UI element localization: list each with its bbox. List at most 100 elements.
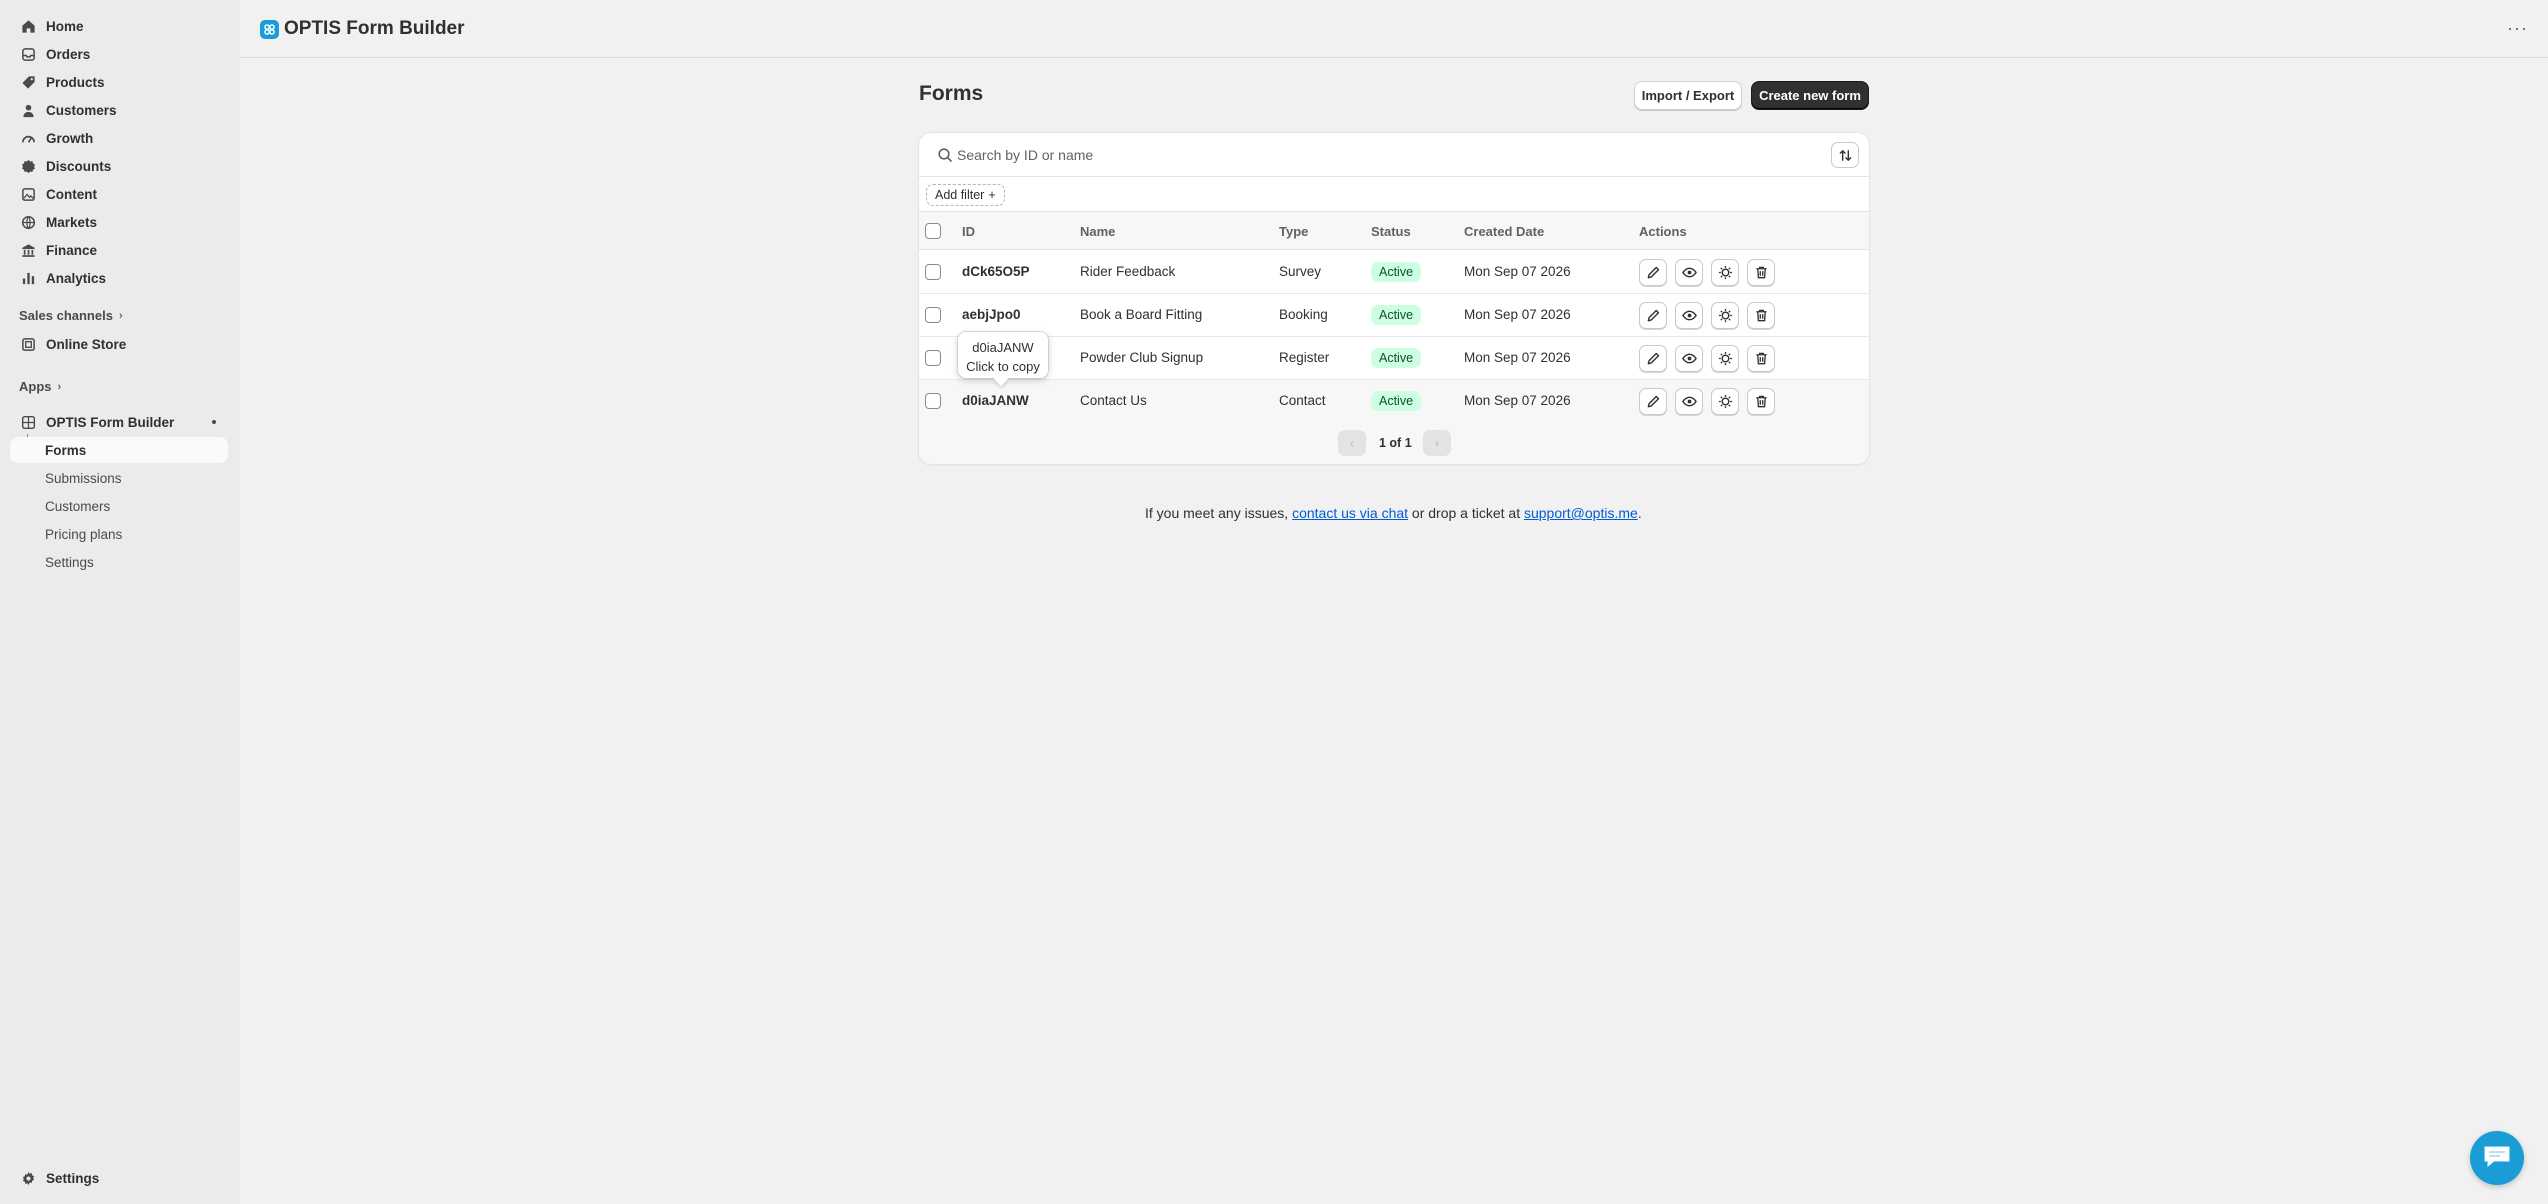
nav-products[interactable]: Products <box>10 68 228 96</box>
more-actions-icon[interactable]: ··· <box>2507 18 2528 39</box>
row-checkbox[interactable] <box>925 307 941 323</box>
table-header: ID Name Type Status Created Date Actions <box>919 212 1869 250</box>
trash-icon[interactable] <box>1747 345 1775 372</box>
nav-discounts[interactable]: Discounts <box>10 152 228 180</box>
pagination: ‹ 1 of 1 › <box>919 422 1869 464</box>
nav-home[interactable]: Home <box>10 12 228 40</box>
prev-page-button[interactable]: ‹ <box>1338 430 1366 456</box>
row-checkbox[interactable] <box>925 350 941 366</box>
sub-item-forms[interactable]: Forms <box>10 437 228 463</box>
nav-label: Growth <box>46 130 94 146</box>
nav-content[interactable]: Content <box>10 180 228 208</box>
lightbulb-icon[interactable] <box>1711 259 1739 286</box>
nav-finance[interactable]: Finance <box>10 236 228 264</box>
apps-label: Apps <box>19 379 52 394</box>
nav-label: Customers <box>46 102 117 118</box>
status-badge: Active <box>1371 262 1422 282</box>
eye-icon[interactable] <box>1675 388 1703 415</box>
copy-id-tooltip: d0iaJANW Click to copy <box>958 332 1048 378</box>
bar-chart-icon <box>20 270 36 286</box>
sub-item-label: Customers <box>45 498 111 514</box>
eye-icon[interactable] <box>1675 345 1703 372</box>
next-page-button[interactable]: › <box>1423 430 1451 456</box>
eye-icon[interactable] <box>1675 259 1703 286</box>
trash-icon[interactable] <box>1747 388 1775 415</box>
form-name: Powder Club Signup <box>1080 350 1204 365</box>
chat-widget-button[interactable] <box>2470 1131 2524 1185</box>
form-id[interactable]: d0iaJANW <box>962 393 1029 408</box>
support-middle: or drop a ticket at <box>1411 505 1521 521</box>
app-grid-icon <box>20 414 36 430</box>
nav-label: Finance <box>46 242 98 258</box>
sub-item-settings[interactable]: Settings <box>10 549 228 575</box>
created-date: Mon Sep 07 2026 <box>1464 264 1571 279</box>
gear-icon <box>20 1170 36 1186</box>
apps-header[interactable]: Apps › <box>19 379 61 394</box>
status-badge: Active <box>1371 391 1422 411</box>
plus-icon: + <box>988 188 996 202</box>
column-header-type[interactable]: Type <box>1279 224 1308 239</box>
table-row[interactable]: d0iaJANW Contact Us Contact Active Mon S… <box>919 380 1869 423</box>
search-icon <box>937 147 953 163</box>
trash-icon[interactable] <box>1747 259 1775 286</box>
tooltip-hint: Click to copy <box>966 359 1040 374</box>
sub-item-pricing-plans[interactable]: Pricing plans <box>10 521 228 547</box>
app-status-dot <box>212 420 216 424</box>
eye-icon[interactable] <box>1675 302 1703 329</box>
table-row[interactable]: Powder Club Signup Register Active Mon S… <box>919 337 1869 380</box>
sub-item-label: Submissions <box>45 470 122 486</box>
lightbulb-icon[interactable] <box>1711 302 1739 329</box>
lightbulb-icon[interactable] <box>1711 388 1739 415</box>
add-filter-button[interactable]: Add filter + <box>926 184 1005 206</box>
nav-settings[interactable]: Settings <box>10 1164 228 1192</box>
filter-bar: Add filter + <box>919 177 1869 212</box>
home-icon <box>20 18 36 34</box>
nav-app-optis[interactable]: OPTIS Form Builder <box>10 408 228 436</box>
row-checkbox[interactable] <box>925 393 941 409</box>
lightbulb-icon[interactable] <box>1711 345 1739 372</box>
table-row[interactable]: dCk65O5P Rider Feedback Survey Active Mo… <box>919 251 1869 294</box>
sub-item-submissions[interactable]: Submissions <box>10 465 228 491</box>
tooltip-id: d0iaJANW <box>972 340 1034 355</box>
import-export-button[interactable]: Import / Export <box>1634 81 1742 110</box>
discount-icon <box>20 158 36 174</box>
nav-customers[interactable]: Customers <box>10 96 228 124</box>
table-row[interactable]: aebjJpo0 Book a Board Fitting Booking Ac… <box>919 294 1869 337</box>
contact-chat-link[interactable]: contact us via chat <box>1292 505 1408 521</box>
nav-orders[interactable]: Orders <box>10 40 228 68</box>
edit-icon[interactable] <box>1639 388 1667 415</box>
nav-markets[interactable]: Markets <box>10 208 228 236</box>
form-id[interactable]: dCk65O5P <box>962 264 1030 279</box>
sub-item-label: Pricing plans <box>45 526 123 542</box>
chevron-right-icon: › <box>118 309 123 322</box>
nav-online-store[interactable]: Online Store <box>10 330 228 358</box>
nav-growth[interactable]: Growth <box>10 124 228 152</box>
store-icon <box>20 336 36 352</box>
select-all-checkbox[interactable] <box>925 223 941 239</box>
search-input[interactable] <box>957 141 1737 169</box>
support-email-link[interactable]: support@optis.me <box>1524 505 1638 521</box>
column-header-status[interactable]: Status <box>1371 224 1411 239</box>
sub-item-customers[interactable]: Customers <box>10 493 228 519</box>
image-icon <box>20 186 36 202</box>
edit-icon[interactable] <box>1639 302 1667 329</box>
sales-channels-header[interactable]: Sales channels › <box>19 308 123 323</box>
app-logo-icon <box>260 20 279 39</box>
nav-label: Analytics <box>46 270 107 286</box>
form-type: Contact <box>1279 393 1326 408</box>
inbox-icon <box>20 46 36 62</box>
row-checkbox[interactable] <box>925 264 941 280</box>
status-badge: Active <box>1371 348 1422 368</box>
search-bar <box>919 133 1869 177</box>
edit-icon[interactable] <box>1639 259 1667 286</box>
form-id[interactable]: aebjJpo0 <box>962 307 1021 322</box>
nav-analytics[interactable]: Analytics <box>10 264 228 292</box>
sort-icon[interactable] <box>1831 142 1859 168</box>
edit-icon[interactable] <box>1639 345 1667 372</box>
create-form-button[interactable]: Create new form <box>1751 81 1869 110</box>
column-header-created-date[interactable]: Created Date <box>1464 224 1544 239</box>
form-name: Rider Feedback <box>1080 264 1176 279</box>
column-header-id[interactable]: ID <box>962 224 975 239</box>
column-header-name[interactable]: Name <box>1080 224 1115 239</box>
trash-icon[interactable] <box>1747 302 1775 329</box>
